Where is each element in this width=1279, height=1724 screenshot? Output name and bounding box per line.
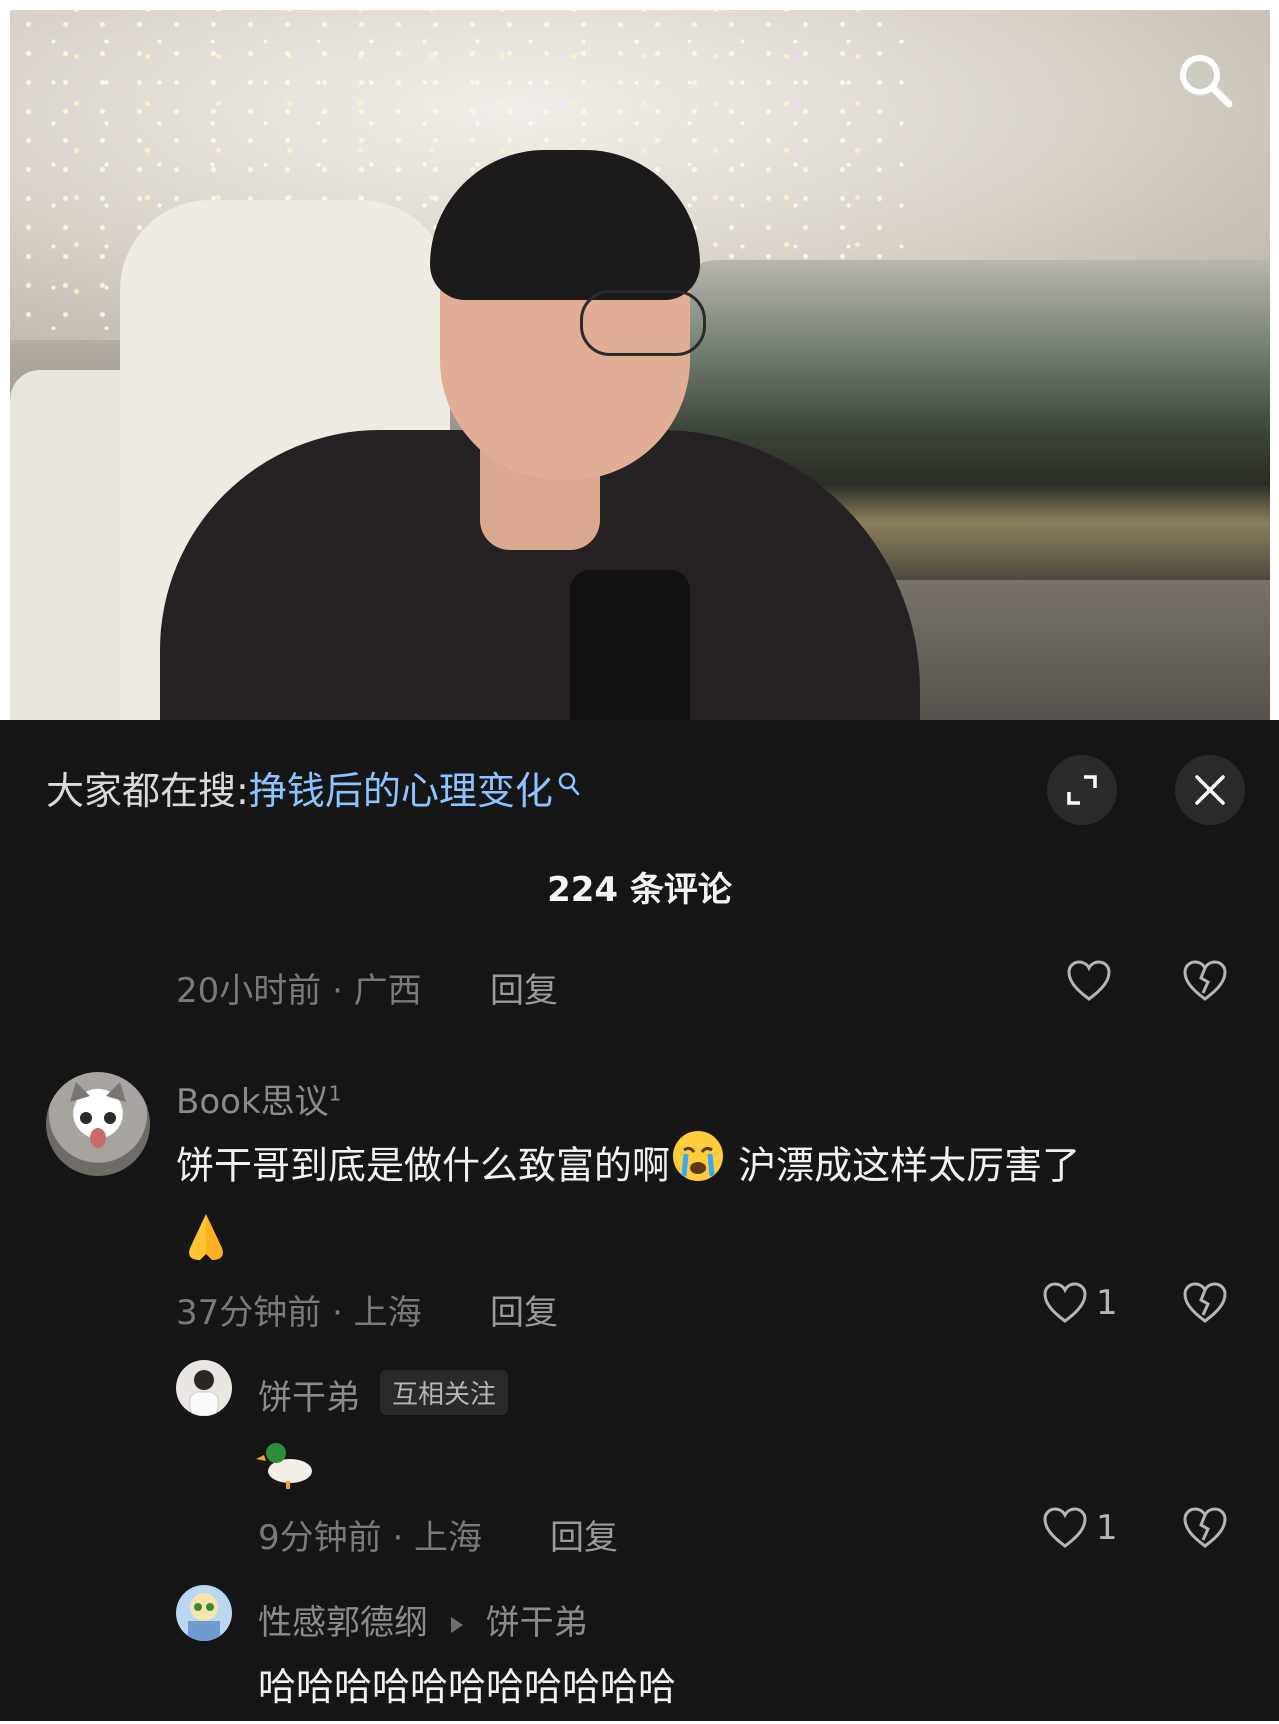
cat-avatar-icon [70,1082,126,1148]
user-superscript: 1 [328,1081,342,1106]
trending-search-bar[interactable]: 大家都在搜:挣钱后的心理变化 [46,760,581,815]
heart-icon [1067,960,1111,1001]
close-button[interactable] [1175,755,1245,825]
avatar[interactable] [176,1585,232,1641]
comment-meta: 20小时前 · 广西 [176,971,422,1011]
search-icon [1180,55,1233,108]
comment-username[interactable]: Book思议1 [176,1074,341,1123]
reply-arrow-icon [450,1616,463,1633]
glasses [580,290,706,356]
reply-username[interactable]: 饼干弟 [258,1370,360,1419]
reply-text: 哈哈哈哈哈哈哈哈哈哈哈 [258,1665,677,1709]
like-count: 1 [1096,1283,1118,1323]
video-search-button[interactable] [1175,50,1235,110]
crying-emoji-icon [670,1128,726,1208]
expand-button[interactable] [1047,755,1117,825]
heart-icon [1043,1282,1087,1323]
duck-emoji-icon [256,1435,316,1513]
trending-prefix: 大家都在搜: [46,769,249,813]
search-icon [557,762,581,806]
reply-button[interactable]: 回复 [490,963,558,1012]
avatar[interactable] [46,1072,150,1176]
close-icon [1195,775,1225,805]
comment-text-part2: 沪漂成这样太厉害了 [738,1143,1081,1188]
heart-icon [1043,1507,1087,1548]
like-button[interactable] [1066,960,1112,1002]
expand-icon [1067,775,1097,805]
like-count: 1 [1096,1508,1118,1548]
broken-heart-icon [1183,1507,1227,1548]
trending-term-link[interactable]: 挣钱后的心理变化 [249,769,553,813]
comments-panel: 大家都在搜:挣钱后的心理变化 224 条评论 20小时前 · 广西 回复 Boo… [0,720,1279,1721]
comment-text: 饼干哥到底是做什么致富的啊 沪漂成这样太厉害了 [176,1128,1226,1288]
reply-to-username[interactable]: 饼干弟 [486,1603,588,1643]
reply-button[interactable]: 回复 [550,1510,618,1559]
broken-heart-icon [1183,960,1227,1001]
comment-count: 224 条评论 [547,870,732,910]
reply-username[interactable]: 性感郭德纲 饼干弟 [258,1595,588,1644]
cartoon-avatar-icon [188,1593,220,1641]
comment-meta: 37分钟前 · 上海 [176,1293,422,1333]
avatar[interactable] [176,1360,232,1416]
person-shirt [570,570,690,720]
video-player[interactable] [10,10,1270,720]
dislike-button[interactable] [1182,960,1228,1006]
dislike-button[interactable] [1182,1507,1228,1553]
dislike-button[interactable] [1182,1282,1228,1328]
like-button[interactable]: 1 [1042,1282,1118,1324]
broken-heart-icon [1183,1282,1227,1323]
reply-button[interactable]: 回复 [490,1285,558,1334]
folded-hands-emoji-icon [176,1208,236,1288]
like-button[interactable]: 1 [1042,1507,1118,1549]
mutual-follow-badge: 互相关注 [380,1370,509,1415]
comment-text-part1: 饼干哥到底是做什么致富的啊 [176,1143,671,1188]
reply-meta: 9分钟前 · 上海 [258,1518,483,1558]
person-avatar-icon [189,1370,219,1416]
reply-text [256,1434,316,1513]
